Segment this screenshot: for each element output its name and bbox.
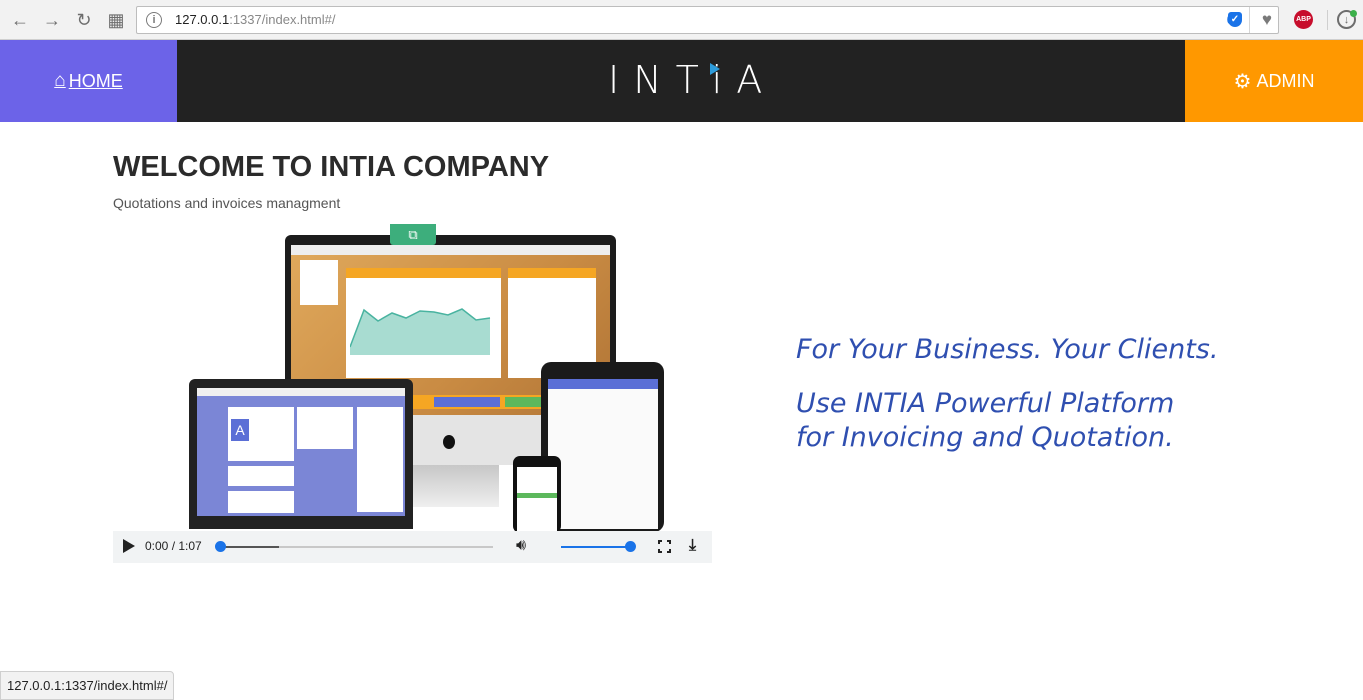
adblock-icon[interactable]: ABP: [1294, 10, 1313, 29]
reload-icon[interactable]: ↻: [72, 8, 96, 32]
tablet-topbar: [548, 379, 658, 389]
browser-toolbar: ← → ↻ ▦ i 127.0.0.1:1337/index.html#/ 0 …: [0, 0, 1363, 40]
apple-logo-icon: [443, 435, 455, 449]
apps-icon[interactable]: ▦: [104, 8, 128, 32]
back-icon[interactable]: ←: [8, 8, 32, 32]
monitor-chart-header: [346, 268, 501, 278]
gear-icon: ⚙: [1233, 70, 1252, 93]
tagline-line: for Invoicing and Quotation.: [796, 422, 1174, 453]
volume-handle[interactable]: [625, 541, 636, 552]
seek-buffered: [219, 546, 280, 548]
video-controls: 0:00 / 1:07 🔊︎ ⤓: [113, 531, 712, 563]
monitor-sidebar: [300, 260, 338, 305]
logo-accent: [710, 63, 720, 75]
video-player[interactable]: A ⧉ 0:00 / 1:07 🔊︎ ⤓: [113, 223, 712, 563]
volume-level: [561, 546, 631, 548]
tagline-line: Use INTIA Powerful Platform: [796, 388, 1175, 419]
logo: INTiA: [608, 58, 777, 102]
admin-label: ADMIN: [1256, 70, 1315, 91]
seek-handle[interactable]: [215, 541, 226, 552]
tagline-secondary: Use INTIA Powerful Platform for Invoicin…: [796, 387, 1174, 455]
volume-slider[interactable]: [561, 546, 631, 548]
avatar: A: [231, 419, 249, 441]
fullscreen-icon-gap: [656, 544, 673, 549]
home-link[interactable]: ⌂ HOME: [0, 40, 177, 122]
heart-icon[interactable]: ♥: [1262, 10, 1272, 30]
monitor-stand: [413, 465, 499, 507]
home-icon: ⌂: [54, 70, 66, 91]
tablet-screen: [548, 379, 658, 529]
shield-icon[interactable]: ✓: [1228, 12, 1242, 27]
divider: [1327, 10, 1328, 30]
forward-icon[interactable]: →: [40, 8, 64, 32]
app-header: ⌂ HOME INTiA ⚙ ADMIN: [0, 40, 1363, 122]
seek-bar[interactable]: [219, 546, 493, 548]
laptop-card: [228, 466, 294, 486]
open-external-icon[interactable]: ⧉: [390, 224, 436, 245]
divider: [1249, 7, 1250, 33]
page-title: WELCOME TO INTIA COMPANY: [113, 151, 550, 183]
admin-link[interactable]: ⚙ ADMIN: [1185, 40, 1363, 122]
phone-green-bar: [517, 493, 557, 498]
address-bar[interactable]: i 127.0.0.1:1337/index.html#/ 0 ✓ ♥: [136, 6, 1279, 34]
status-dot: [1350, 10, 1357, 17]
monitor-blue-button: [434, 397, 500, 407]
page-subtitle: Quotations and invoices managment: [113, 195, 341, 211]
page-info-icon[interactable]: i: [146, 12, 162, 28]
volume-icon[interactable]: 🔊︎: [516, 537, 526, 555]
time-display: 0:00 / 1:07: [145, 539, 202, 553]
video-frame: A ⧉: [113, 223, 712, 533]
monitor-green-button: [505, 397, 545, 407]
play-icon[interactable]: [123, 539, 135, 553]
laptop-card: [357, 407, 403, 512]
laptop-card: [297, 407, 353, 449]
phone-screen: [517, 467, 557, 531]
tagline-primary: For Your Business. Your Clients.: [796, 334, 1219, 365]
monitor-summary-header: [508, 268, 596, 278]
address-url[interactable]: 127.0.0.1:1337/index.html#/: [175, 12, 335, 27]
status-bar-url: 127.0.0.1:1337/index.html#/: [0, 671, 175, 700]
download-icon[interactable]: ⤓: [689, 537, 696, 555]
monitor-chart-graphic: [350, 308, 491, 355]
laptop-card: [228, 491, 294, 513]
laptop-topbar: [197, 388, 405, 396]
monitor-topbar: [291, 245, 610, 255]
home-label: HOME: [68, 70, 123, 91]
